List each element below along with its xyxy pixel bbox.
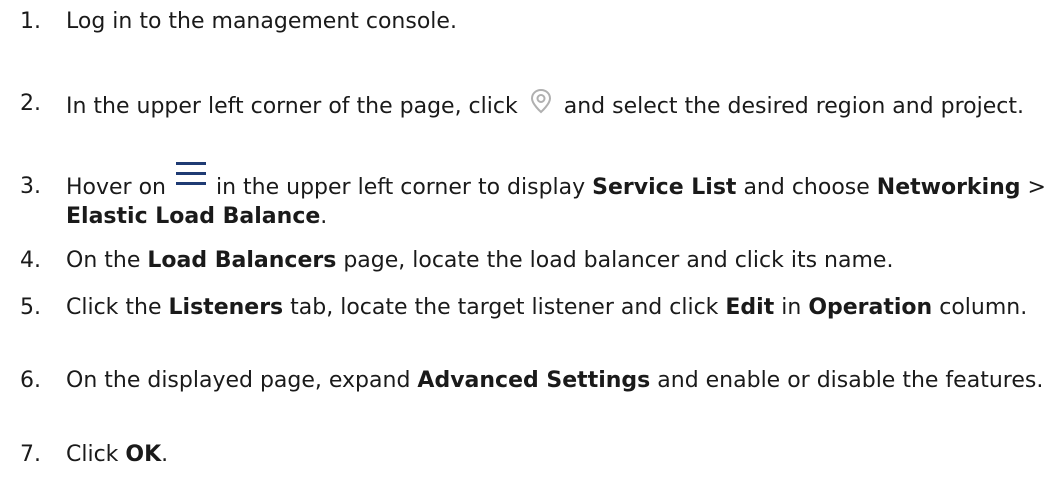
step-number: 6. — [20, 368, 41, 393]
step-number: 7. — [20, 442, 41, 467]
step-text-span: and choose — [743, 175, 870, 200]
step-text-span: and enable or disable the features. — [657, 368, 1044, 393]
step-text: Click OK. — [66, 441, 1051, 468]
step-text-span: Click the — [66, 295, 162, 320]
step-number: 5. — [20, 295, 41, 320]
hamburger-menu-icon — [174, 159, 208, 189]
step-text-span: column. — [939, 295, 1028, 320]
step-text-span: . — [320, 204, 328, 229]
ui-term-ok: OK — [125, 442, 162, 467]
location-pin-icon — [524, 84, 558, 118]
step-text-span: . — [161, 442, 169, 467]
step-text: Log in to the management console. — [66, 8, 1051, 35]
ui-term-elastic-load-balance: Elastic Load Balance — [66, 204, 321, 229]
step-text-span: On the displayed page, expand — [66, 368, 411, 393]
step-text: Click the Listeners tab, locate the targ… — [66, 294, 1051, 321]
step-number: 1. — [20, 9, 41, 34]
step-number: 3. — [20, 174, 41, 199]
step-text-span: Log in to the management console. — [66, 9, 457, 34]
step-text-span: and select the desired region and projec… — [563, 94, 1024, 119]
step-text: On the Load Balancers page, locate the l… — [66, 247, 1051, 274]
ui-term-advanced-settings: Advanced Settings — [417, 368, 651, 393]
ui-term-networking: Networking — [876, 175, 1021, 200]
step-text-span: On the — [66, 248, 141, 273]
step-text-span: in — [781, 295, 802, 320]
step-text: Hover on in the upper left corner to disp… — [66, 162, 1051, 230]
ui-term-edit: Edit — [725, 295, 775, 320]
ui-term-service-list: Service List — [592, 175, 737, 200]
ui-term-load-balancers: Load Balancers — [147, 248, 337, 273]
step-number: 4. — [20, 248, 41, 273]
step-text-span: page, locate the load balancer and click… — [343, 248, 894, 273]
step-text-span: Click — [66, 442, 119, 467]
step-text-span: Hover on — [66, 175, 166, 200]
step-text-span: In the upper left corner of the page, cl… — [66, 94, 518, 119]
ui-term-operation: Operation — [808, 295, 933, 320]
step-number: 2. — [20, 91, 41, 116]
ui-term-listeners: Listeners — [168, 295, 284, 320]
step-text: On the displayed page, expand Advanced S… — [66, 367, 1051, 394]
step-text-span: tab, locate the target listener and clic… — [290, 295, 719, 320]
step-text-span: in the upper left corner to display — [216, 175, 586, 200]
step-text: In the upper left corner of the page, cl… — [66, 88, 1051, 124]
path-separator: > — [1027, 175, 1046, 200]
